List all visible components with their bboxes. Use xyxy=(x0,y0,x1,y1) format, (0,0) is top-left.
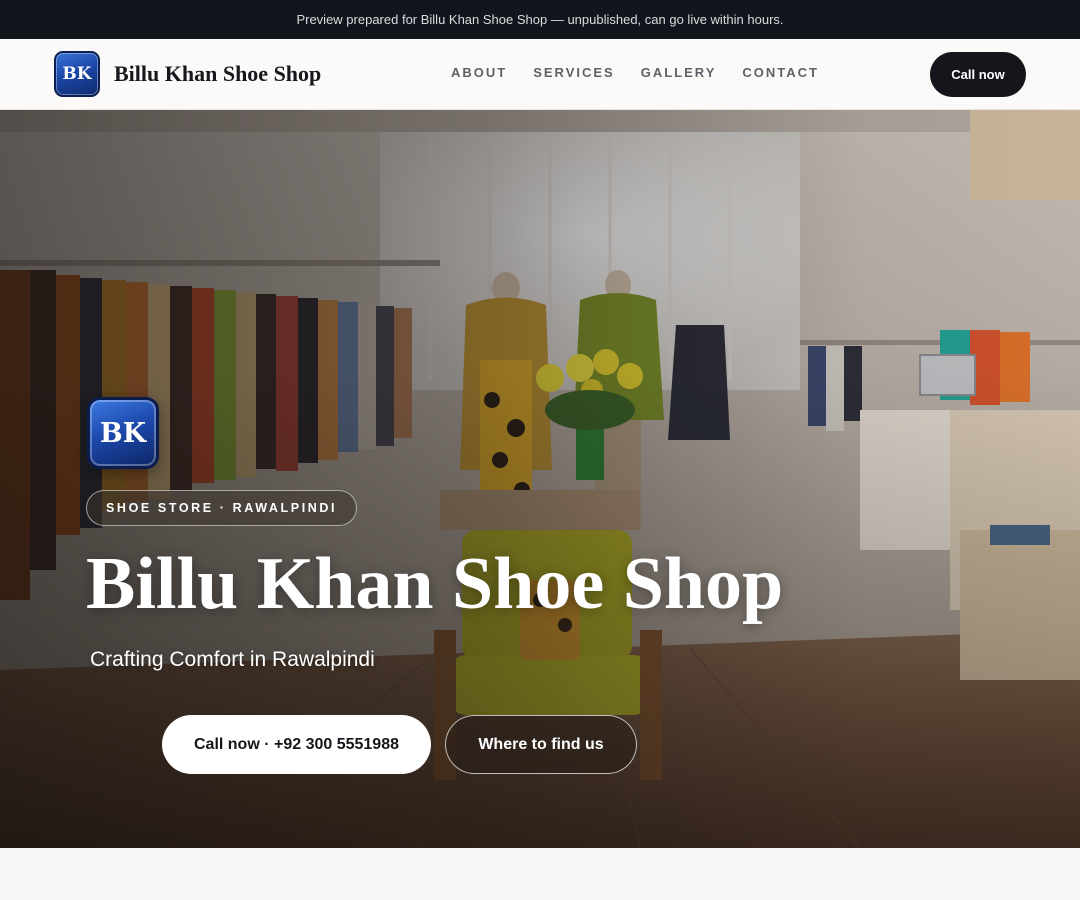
logo-badge[interactable]: BK xyxy=(54,51,100,97)
hero-category-tag: SHOE STORE · RAWALPINDI xyxy=(86,490,358,526)
hero-title: Billu Khan Shoe Shop xyxy=(86,543,784,625)
site-header: BK Billu Khan Shoe Shop ABOUT SERVICES G… xyxy=(0,39,1080,110)
hero-call-button[interactable]: Call now · +92 300 5551988 xyxy=(162,715,431,774)
main-nav: ABOUT SERVICES GALLERY CONTACT xyxy=(451,65,819,80)
nav-about[interactable]: ABOUT xyxy=(451,65,507,80)
nav-contact[interactable]: CONTACT xyxy=(742,65,819,80)
header-call-button[interactable]: Call now xyxy=(930,52,1026,97)
hero-logo-badge: BK xyxy=(87,397,159,469)
hero-subtitle: Crafting Comfort in Rawalpindi xyxy=(90,648,375,671)
hero-directions-button[interactable]: Where to find us xyxy=(445,715,637,774)
brand-name[interactable]: Billu Khan Shoe Shop xyxy=(114,61,321,87)
hero-section: BK SHOE STORE · RAWALPINDI Billu Khan Sh… xyxy=(0,110,1080,848)
preview-banner: Preview prepared for Billu Khan Shoe Sho… xyxy=(0,0,1080,39)
nav-services[interactable]: SERVICES xyxy=(533,65,615,80)
nav-gallery[interactable]: GALLERY xyxy=(641,65,717,80)
